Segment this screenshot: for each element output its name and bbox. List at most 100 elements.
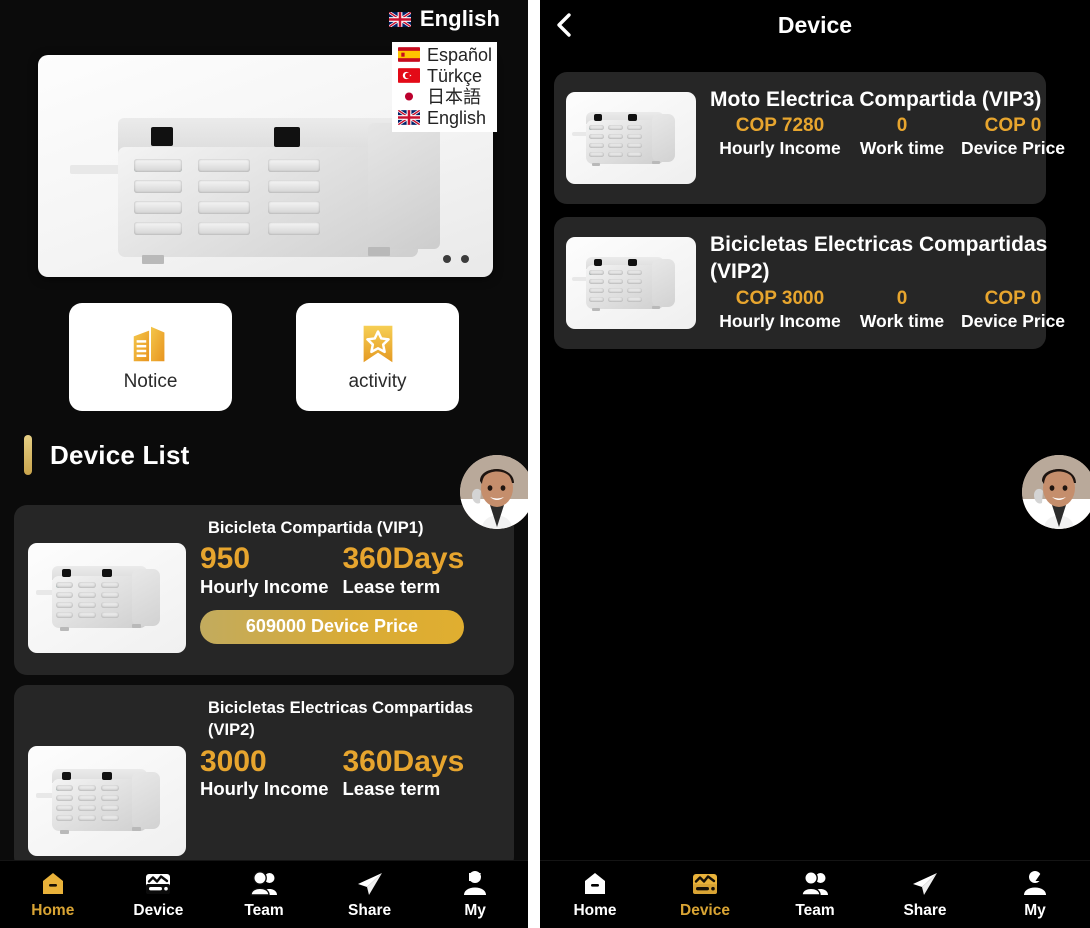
lease-term-label: Lease term [343, 778, 465, 800]
avatar [1022, 455, 1090, 529]
tab-label: Share [348, 902, 391, 920]
device-name: Bicicletas Electricas Compartidas (VIP2) [208, 697, 500, 742]
spain-flag-icon [398, 47, 420, 62]
share-paperplane-icon [355, 870, 385, 898]
team-people-icon [800, 870, 830, 898]
language-option-turkce[interactable]: Türkçe [392, 65, 497, 86]
tab-my[interactable]: My [422, 861, 528, 928]
language-option-label: Español [427, 46, 492, 64]
quick-actions-row: Notice activity [0, 303, 528, 411]
user-person-icon [1020, 870, 1050, 898]
carousel-dot[interactable] [461, 255, 469, 263]
carousel-dots[interactable] [443, 255, 469, 263]
support-agent-avatar[interactable] [460, 455, 528, 529]
support-agent-avatar[interactable] [1022, 455, 1090, 529]
team-people-icon [249, 870, 279, 898]
tab-label: Device [133, 902, 183, 920]
language-current-label: English [420, 6, 500, 32]
device-monitor-icon [690, 870, 720, 898]
lease-term-stat: 360Days Lease term [343, 746, 465, 801]
device-stats: 3000 Hourly Income 360Days Lease term [200, 746, 500, 856]
language-option-label: English [427, 109, 486, 127]
back-button[interactable] [540, 0, 588, 50]
language-option-label: 日本語 [427, 88, 481, 106]
work-time-label: Work time [850, 311, 954, 332]
hourly-income-label: Hourly Income [200, 576, 329, 598]
tab-share[interactable]: Share [317, 861, 423, 928]
language-selector[interactable]: English [389, 6, 500, 32]
hourly-income-stat: 3000 Hourly Income [200, 746, 329, 801]
device-card[interactable]: Bicicletas Electricas Compartidas (VIP2)… [554, 217, 1046, 349]
device-card[interactable]: Bicicletas Electricas Compartidas (VIP2) [14, 685, 514, 870]
lease-term-value: 360Days [343, 543, 465, 575]
device-list-header: Device List [0, 435, 528, 475]
work-time-value: 0 [850, 115, 954, 137]
hourly-income-value: 950 [200, 543, 329, 575]
device-thumbnail [28, 543, 186, 653]
device-list: Moto Electrica Compartida (VIP3) COP 728… [554, 72, 1046, 362]
share-paperplane-icon [910, 870, 940, 898]
chevron-left-icon [553, 11, 575, 39]
tab-device[interactable]: Device [106, 861, 212, 928]
bottom-tabbar: Home Device [0, 860, 528, 928]
tab-label: Share [903, 902, 946, 920]
device-thumbnail [566, 237, 696, 329]
uk-flag-icon [398, 110, 420, 125]
home-device-list: Bicicleta Compartida (VIP1) [14, 505, 514, 880]
japan-flag-icon [398, 89, 420, 104]
tab-label: Team [244, 902, 283, 920]
tab-label: My [464, 902, 486, 920]
carousel-dot[interactable] [443, 255, 451, 263]
tab-label: Device [680, 902, 730, 920]
device-card[interactable]: Bicicleta Compartida (VIP1) [14, 505, 514, 675]
building-icon [128, 321, 174, 367]
device-name: Bicicleta Compartida (VIP1) [208, 517, 500, 539]
device-name: Bicicletas Electricas Compartidas (VIP2) [710, 231, 1072, 286]
tab-label: Team [795, 902, 834, 920]
device-topbar: Device [540, 0, 1090, 50]
device-stats: 950 Hourly Income 360Days Lease term 609… [200, 543, 500, 653]
tab-home[interactable]: Home [540, 861, 650, 928]
notice-button[interactable]: Notice [69, 303, 232, 411]
device-price-label: Device Price [954, 138, 1072, 159]
hourly-income-value: COP 7280 [710, 115, 850, 137]
device-thumbnail [28, 746, 186, 856]
tab-label: Home [31, 902, 74, 920]
device-card[interactable]: Moto Electrica Compartida (VIP3) COP 728… [554, 72, 1046, 204]
tab-my[interactable]: My [980, 861, 1090, 928]
home-icon [580, 870, 610, 898]
tab-team[interactable]: Team [760, 861, 870, 928]
activity-label: activity [348, 371, 406, 393]
bottom-tabbar: Home Device Team [540, 860, 1090, 928]
avatar [460, 455, 528, 529]
tab-device[interactable]: Device [650, 861, 760, 928]
hourly-income-value: 3000 [200, 746, 329, 778]
hourly-income-label: Hourly Income [200, 778, 329, 800]
device-screen: Device [540, 0, 1090, 928]
device-price-label: Device Price [954, 311, 1072, 332]
star-bookmark-icon [355, 321, 401, 367]
device-price-button[interactable]: 609000 Device Price [200, 610, 464, 644]
tab-label: My [1024, 902, 1046, 920]
activity-button[interactable]: activity [296, 303, 459, 411]
language-dropdown[interactable]: Español Türkçe 日本語 [392, 42, 497, 132]
section-title: Device List [50, 440, 190, 471]
tab-team[interactable]: Team [211, 861, 317, 928]
lease-term-stat: 360Days Lease term [343, 543, 465, 598]
language-option-espanol[interactable]: Español [392, 44, 497, 65]
lease-term-value: 360Days [343, 746, 465, 778]
device-name: Moto Electrica Compartida (VIP3) [710, 86, 1072, 113]
hourly-income-value: COP 3000 [710, 288, 850, 310]
language-option-japanese[interactable]: 日本語 [392, 86, 497, 107]
device-price-value: COP 0 [954, 115, 1072, 137]
tab-home[interactable]: Home [0, 861, 106, 928]
home-screen: English Español Türkçe [0, 0, 528, 928]
hourly-income-stat: 950 Hourly Income [200, 543, 329, 598]
hourly-income-label: Hourly Income [710, 311, 850, 332]
notice-label: Notice [124, 371, 178, 393]
work-time-label: Work time [850, 138, 954, 159]
language-option-english[interactable]: English [392, 107, 497, 128]
tab-label: Home [573, 902, 616, 920]
lease-term-label: Lease term [343, 576, 465, 598]
tab-share[interactable]: Share [870, 861, 980, 928]
